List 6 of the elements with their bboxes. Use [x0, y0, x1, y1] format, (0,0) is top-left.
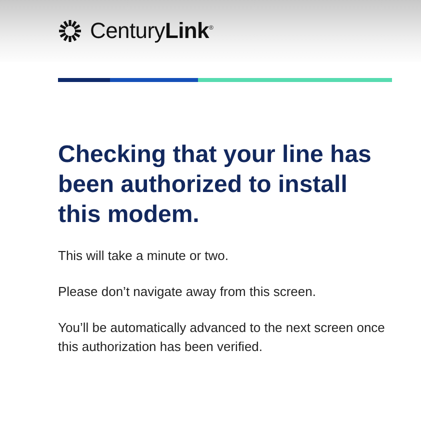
page-heading: Checking that your line has been authorized to install this modem. [58, 140, 372, 230]
brand-logo-text: CenturyLink$^{®}$ [90, 18, 214, 44]
sunburst-logo-icon [58, 19, 82, 43]
info-text: This will take a minute or two. [58, 247, 230, 265]
info-text: Please don’t navigate away from this screen. [58, 283, 317, 301]
info-text: You’ll be automatically advanced to the next screen once this authorization has been verified. [58, 319, 386, 356]
